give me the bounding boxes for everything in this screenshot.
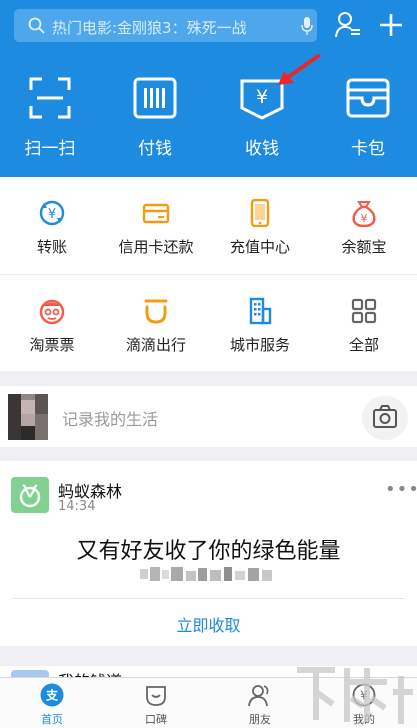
service-label: 城市服务 xyxy=(229,336,290,354)
microphone-icon[interactable] xyxy=(300,16,314,36)
credit-card-icon xyxy=(142,203,170,224)
receive-money-label: 收钱 xyxy=(245,139,279,159)
top-header: 热门电影:金刚狼3：殊死一战 扫一扫 付钱 ¥ 收钱 卡包 xyxy=(0,0,417,177)
scan-icon xyxy=(29,77,71,119)
service-label: 转账 xyxy=(36,238,67,256)
service-transfer[interactable]: ¥ 转账 xyxy=(0,177,104,273)
annotation-arrow-icon xyxy=(278,54,320,85)
tab-home[interactable]: 支 首页 xyxy=(0,678,104,728)
ant-forest-icon xyxy=(11,477,49,513)
barcode-icon xyxy=(133,77,177,119)
camera-button[interactable] xyxy=(362,396,408,440)
camera-icon xyxy=(373,405,397,428)
pay-label: 付钱 xyxy=(138,139,172,159)
service-yuebao[interactable]: ¥ 余额宝 xyxy=(312,177,416,273)
taopiaopiao-icon xyxy=(39,299,65,325)
friends-icon xyxy=(248,685,269,707)
collect-now-button[interactable]: 立即收取 xyxy=(0,612,417,636)
service-didi[interactable]: 滴滴出行 xyxy=(104,275,208,371)
service-label: 信用卡还款 xyxy=(118,238,194,256)
wallet-icon xyxy=(346,78,390,118)
card-message: 又有好友收了你的绿色能量 xyxy=(76,539,341,564)
card-wallet-label: 卡包 xyxy=(351,139,385,159)
service-taopiaopiao[interactable]: 淘票票 xyxy=(0,275,104,371)
tab-label: 口碑 xyxy=(145,713,167,726)
svg-text:¥: ¥ xyxy=(48,207,56,222)
search-icon xyxy=(28,17,45,34)
phone-recharge-icon xyxy=(250,199,270,227)
services-grid: ¥ 转账 信用卡还款 充值中心 ¥ 余额宝 淘票票 滴滴出行 城市服务 全部 xyxy=(0,177,417,371)
svg-text:¥: ¥ xyxy=(256,86,268,108)
service-recharge[interactable]: 充值中心 xyxy=(208,177,312,273)
city-building-icon xyxy=(249,297,272,325)
grid-all-icon xyxy=(351,298,377,324)
card-wallet-button[interactable]: 卡包 xyxy=(318,76,417,159)
home-alipay-icon: 支 xyxy=(40,683,64,707)
avatar[interactable] xyxy=(8,394,48,440)
service-label: 余额宝 xyxy=(341,238,387,256)
card-time: 14:34 xyxy=(58,499,96,514)
service-all[interactable]: 全部 xyxy=(312,275,416,371)
tab-koubei[interactable]: 口碑 xyxy=(104,678,208,728)
plus-icon[interactable] xyxy=(378,12,404,38)
transfer-icon: ¥ xyxy=(39,200,65,226)
search-bar[interactable]: 热门电影:金刚狼3：殊死一战 xyxy=(14,9,317,42)
contacts-icon[interactable] xyxy=(335,11,361,39)
service-label: 滴滴出行 xyxy=(125,336,186,354)
ant-forest-card[interactable]: 蚂蚁森林 14:34 ••• 又有好友收了你的绿色能量 立即收取 xyxy=(0,461,417,646)
pay-button[interactable]: 付钱 xyxy=(105,76,205,159)
blurred-text-image xyxy=(140,567,272,581)
service-label: 充值中心 xyxy=(229,238,290,256)
scan-label: 扫一扫 xyxy=(24,139,76,159)
money-bag-icon: ¥ xyxy=(352,201,376,227)
tab-label: 首页 xyxy=(41,713,63,726)
watermark-logo xyxy=(297,667,413,724)
life-post-placeholder: 记录我的生活 xyxy=(62,410,159,429)
search-placeholder: 热门电影:金刚狼3：殊死一战 xyxy=(52,19,247,37)
service-label: 全部 xyxy=(348,336,379,354)
service-label: 淘票票 xyxy=(29,336,75,354)
more-options-icon[interactable]: ••• xyxy=(385,479,417,500)
service-city[interactable]: 城市服务 xyxy=(208,275,312,371)
svg-text:支: 支 xyxy=(45,688,59,703)
svg-text:¥: ¥ xyxy=(361,212,368,225)
scan-button[interactable]: 扫一扫 xyxy=(0,76,100,159)
koubei-icon xyxy=(146,686,166,706)
card-divider xyxy=(12,598,405,599)
life-post-bar[interactable]: 记录我的生活 xyxy=(0,386,417,447)
didi-icon xyxy=(144,299,168,324)
service-credit-card[interactable]: 信用卡还款 xyxy=(104,177,208,273)
